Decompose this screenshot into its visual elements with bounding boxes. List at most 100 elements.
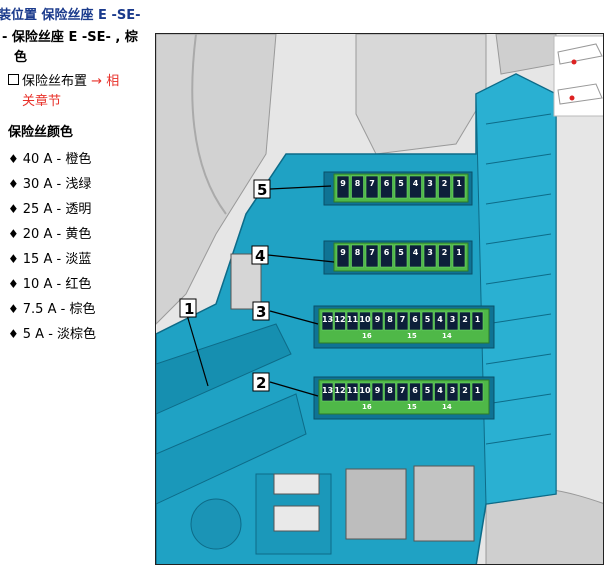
fuse-color-name: 淡蓝: [65, 252, 92, 267]
fuse-number: 13: [322, 386, 333, 395]
fuse-number: 7: [369, 248, 375, 257]
fuse-number: 11: [347, 315, 359, 324]
fuse-color-item: ♦ 30 A - 浅绿: [8, 173, 91, 192]
fuse-number: 4: [413, 179, 419, 188]
fuse-layout-label: 保险丝布置: [22, 74, 88, 89]
callout-4: 4: [251, 245, 269, 265]
fuse-number: 8: [387, 386, 393, 395]
fuse-amp-value: 5 A: [22, 327, 45, 342]
callout-2: 2: [252, 372, 270, 392]
checkbox-icon: [8, 74, 19, 85]
fuse-number: 2: [442, 179, 448, 188]
fuse-number: 3: [450, 386, 456, 395]
fuse-color-item: ♦ 5 A - 淡棕色: [8, 323, 96, 342]
fuse-color-name: 橙色: [65, 152, 92, 167]
fuse-number: 6: [412, 386, 418, 395]
fuse-number: 11: [347, 386, 359, 395]
fuse-group-label: 14: [442, 403, 452, 411]
fuse-color-item: ♦ 10 A - 红色: [8, 273, 91, 292]
fuse-number: 4: [437, 386, 443, 395]
fuse-color-name: 红色: [65, 277, 92, 292]
separator: -: [52, 152, 66, 167]
fuse-number: 4: [413, 248, 419, 257]
fuse-amp-value: 25 A: [22, 202, 53, 217]
callout-2-label: 2: [256, 374, 266, 392]
fuse-number: 2: [442, 248, 448, 257]
fuse-number: 3: [427, 248, 433, 257]
callout-4-label: 4: [255, 247, 265, 265]
fuse-number: 6: [384, 179, 390, 188]
arrow-icon: →: [91, 74, 103, 89]
fuse-box-illustration: 987654321 987654321 13 12 11 10 9 8 7 6 5 4 3 2 116 1…: [156, 34, 603, 564]
fuse-layout-link[interactable]: 保险丝布置 → 相 关章节: [8, 72, 119, 112]
related-chapter-link-cont[interactable]: 关章节: [22, 94, 61, 109]
separator: -: [52, 227, 66, 242]
fuse-number: 5: [425, 315, 431, 324]
fuse-color-name: 浅绿: [65, 177, 92, 192]
fuse-number: 8: [355, 248, 361, 257]
fuse-amp-value: 40 A: [22, 152, 53, 167]
fuse-number: 2: [462, 386, 468, 395]
fuse-number: 4: [437, 315, 443, 324]
fuse-number: 6: [384, 248, 390, 257]
fuse-group-label: 15: [407, 332, 417, 340]
sidebar: 装位置 保险丝座 E -SE- - 保险丝座 E -SE- , 棕 色 保险丝布…: [0, 0, 150, 565]
fuse-number: 7: [400, 386, 406, 395]
fuse-group-label: 16: [362, 332, 372, 340]
diamond-bullet-icon: ♦: [8, 277, 19, 291]
separator: -: [56, 302, 70, 317]
related-chapter-link[interactable]: 相: [106, 74, 119, 89]
fuse-group-label: 16: [362, 403, 372, 411]
fuse-amp-value: 10 A: [22, 277, 53, 292]
callout-5-label: 5: [257, 181, 267, 199]
fuse-color-name: 棕色: [69, 302, 96, 317]
fuse-color-item: ♦ 7.5 A - 棕色: [8, 298, 95, 317]
fuse-box-diagram: 987654321 987654321 13 12 11 10 9 8 7 6 5 4 3 2 1 16 1…: [155, 33, 604, 565]
fuse-color-item: ♦ 15 A - 淡蓝: [8, 248, 91, 267]
fuse-number: 10: [359, 315, 371, 324]
fuse-number: 5: [398, 179, 404, 188]
diamond-bullet-icon: ♦: [8, 327, 19, 341]
heading-location: 装位置 保险丝座 E -SE-: [0, 8, 141, 23]
fuse-number: 9: [375, 386, 381, 395]
fuse-color-name: 黄色: [65, 227, 92, 242]
separator: -: [52, 202, 66, 217]
fuse-number: 12: [334, 315, 345, 324]
fuse-color-item: ♦ 25 A - 透明: [8, 198, 91, 217]
fuse-amp-value: 20 A: [22, 227, 53, 242]
callout-1-label: 1: [184, 300, 194, 318]
diamond-bullet-icon: ♦: [8, 177, 19, 191]
fuse-number: 5: [425, 386, 431, 395]
fuse-color-name: 透明: [65, 202, 92, 217]
diamond-bullet-icon: ♦: [8, 252, 19, 266]
callout-5: 5: [253, 179, 271, 199]
callout-1: 1: [179, 298, 197, 318]
fuse-number: 8: [387, 315, 393, 324]
fuse-color-item: ♦ 20 A - 黄色: [8, 223, 91, 242]
fuse-color-name: 淡棕色: [57, 327, 97, 342]
heading-fuse-holder: - 保险丝座 E -SE- , 棕: [2, 30, 138, 45]
fuse-number: 1: [475, 315, 481, 324]
fuse-number: 5: [398, 248, 404, 257]
callout-3-label: 3: [256, 303, 266, 321]
fuse-amp-value: 7.5 A: [22, 302, 57, 317]
fuse-amp-value: 30 A: [22, 177, 53, 192]
fuse-number: 10: [359, 386, 371, 395]
separator: -: [52, 177, 66, 192]
fuse-number: 9: [340, 248, 346, 257]
fuse-color-item: ♦ 40 A - 橙色: [8, 148, 91, 167]
fuse-colors-heading: 保险丝颜色: [8, 125, 74, 140]
fuse-number: 12: [334, 386, 345, 395]
fuse-number: 1: [475, 386, 481, 395]
separator: -: [52, 252, 66, 267]
heading-color-suffix: 色: [14, 50, 28, 65]
fuse-group-label: 14: [442, 332, 452, 340]
fuse-number: 7: [369, 179, 375, 188]
callout-3: 3: [252, 301, 270, 321]
diamond-bullet-icon: ♦: [8, 152, 19, 166]
fuse-number: 6: [412, 315, 418, 324]
diamond-bullet-icon: ♦: [8, 227, 19, 241]
diamond-bullet-icon: ♦: [8, 302, 19, 316]
fuse-number: 2: [462, 315, 468, 324]
diamond-bullet-icon: ♦: [8, 202, 19, 216]
